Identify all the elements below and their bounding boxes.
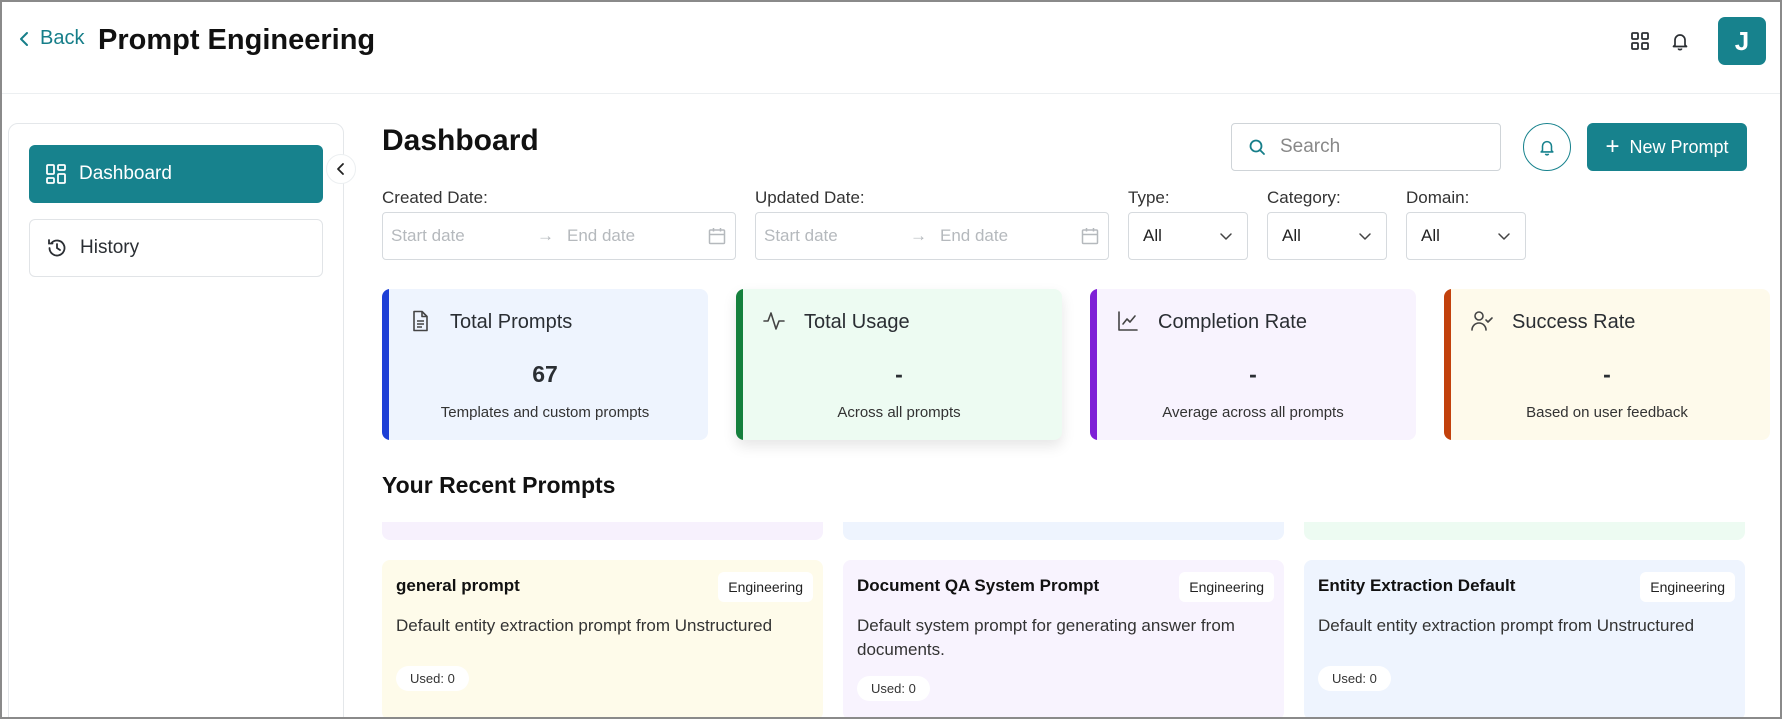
card-title: Completion Rate [1158, 311, 1307, 333]
sidebar-item-label: History [80, 237, 140, 258]
category-badge: Engineering [1640, 572, 1735, 602]
domain-select[interactable]: All [1406, 212, 1526, 260]
calendar-icon [708, 228, 726, 245]
domain-value: All [1421, 226, 1440, 245]
user-check-icon [1471, 311, 1493, 331]
prompt-card-general-prompt[interactable]: general prompt Engineering Default entit… [382, 560, 823, 717]
prompt-card-document-qa[interactable]: Document QA System Prompt Engineering De… [843, 560, 1284, 717]
card-value: - [1603, 361, 1611, 387]
updated-date-range[interactable]: Start date → End date [755, 212, 1109, 260]
created-end-date[interactable]: End date [567, 226, 707, 246]
created-date-range[interactable]: Start date → End date [382, 212, 736, 260]
bell-icon [1540, 140, 1554, 156]
dashboard-icon [46, 164, 66, 184]
history-icon [48, 239, 66, 257]
prompt-description: Default entity extraction prompt from Un… [396, 616, 773, 635]
prompt-title: Entity Extraction Default [1318, 576, 1516, 595]
recent-prompts-heading: Your Recent Prompts [382, 472, 616, 498]
app-title: Prompt Engineering [98, 24, 376, 56]
search-input[interactable] [1280, 136, 1480, 158]
new-prompt-label: New Prompt [1629, 136, 1729, 157]
calendar-icon [1081, 228, 1099, 245]
arrow-right-icon: → [910, 226, 927, 245]
collapse-sidebar-button[interactable] [326, 154, 356, 184]
updated-start-date[interactable]: Start date [764, 226, 910, 246]
updated-end-date[interactable]: End date [940, 226, 1080, 246]
avatar[interactable]: J [1718, 17, 1766, 65]
usage-badge: Used: 0 [857, 676, 930, 701]
top-actions: J [1628, 17, 1766, 65]
prompt-description: Default system prompt for generating ans… [857, 616, 1235, 659]
search-box[interactable] [1231, 123, 1501, 171]
stat-card-total-usage: Total Usage - Across all prompts [736, 289, 1062, 440]
category-select[interactable]: All [1267, 212, 1387, 260]
updated-date-label: Updated Date: [755, 188, 865, 207]
arrow-right-icon: → [537, 226, 554, 245]
plus-icon: + [1605, 133, 1620, 160]
prompt-description: Default entity extraction prompt from Un… [1318, 616, 1695, 635]
card-subtitle: Based on user feedback [1526, 404, 1688, 421]
new-prompt-button[interactable]: + New Prompt [1587, 123, 1747, 171]
page-title: Dashboard [382, 124, 539, 157]
apps-grid-icon[interactable] [1628, 29, 1652, 53]
stat-card-completion-rate: Completion Rate - Average across all pro… [1090, 289, 1416, 440]
chevron-left-icon [20, 31, 28, 46]
chevron-left-icon [337, 163, 344, 175]
chevron-down-icon [1220, 233, 1232, 240]
card-title: Total Prompts [450, 311, 573, 333]
card-title: Total Usage [804, 311, 910, 333]
search-icon [1249, 139, 1265, 155]
domain-label: Domain: [1406, 188, 1470, 207]
carousel-card-partial[interactable] [1304, 522, 1745, 540]
stat-card-total-prompts: Total Prompts 67 Templates and custom pr… [382, 289, 708, 440]
sidebar-item-dashboard[interactable]: Dashboard [29, 145, 323, 203]
alerts-button[interactable] [1523, 123, 1571, 171]
usage-badge: Used: 0 [1318, 666, 1391, 691]
card-value: - [895, 361, 903, 387]
stat-card-success-rate: Success Rate - Based on user feedback [1444, 289, 1770, 440]
prompt-title: general prompt [396, 576, 520, 595]
type-select[interactable]: All [1128, 212, 1248, 260]
card-value: 67 [532, 361, 558, 387]
card-subtitle: Templates and custom prompts [440, 404, 650, 421]
sidebar-item-history[interactable]: History [29, 219, 323, 277]
app-window: Back Prompt Engineering J Dashboard Hist… [0, 0, 1782, 719]
category-badge: Engineering [718, 572, 813, 602]
card-value: - [1249, 361, 1257, 387]
category-label: Category: [1267, 188, 1341, 207]
back-link[interactable]: Back [16, 27, 84, 50]
card-title: Success Rate [1512, 311, 1636, 333]
activity-icon [763, 312, 785, 330]
chart-icon [1118, 311, 1138, 331]
chevron-down-icon [1359, 233, 1371, 240]
card-subtitle: Average across all prompts [1162, 404, 1344, 421]
sidebar-item-label: Dashboard [79, 163, 172, 184]
prompt-card-entity-extraction[interactable]: Entity Extraction Default Engineering De… [1304, 560, 1745, 717]
sidebar: Dashboard History [8, 123, 344, 717]
created-start-date[interactable]: Start date [391, 226, 537, 246]
type-label: Type: [1128, 188, 1170, 207]
prompt-title: Document QA System Prompt [857, 576, 1100, 595]
main-content: Dashboard + New Prompt Created Date: Sta… [382, 94, 1780, 717]
document-icon [413, 310, 428, 332]
carousel-card-partial[interactable] [382, 522, 823, 540]
notification-bell-icon[interactable] [1668, 29, 1692, 53]
top-bar: Back Prompt Engineering J [2, 2, 1780, 94]
card-subtitle: Across all prompts [837, 404, 961, 421]
back-label: Back [40, 27, 85, 49]
category-value: All [1282, 226, 1301, 245]
category-badge: Engineering [1179, 572, 1274, 602]
created-date-label: Created Date: [382, 188, 488, 207]
usage-badge: Used: 0 [396, 666, 469, 691]
carousel-card-partial[interactable] [843, 522, 1284, 540]
chevron-down-icon [1498, 233, 1510, 240]
type-value: All [1143, 226, 1162, 245]
